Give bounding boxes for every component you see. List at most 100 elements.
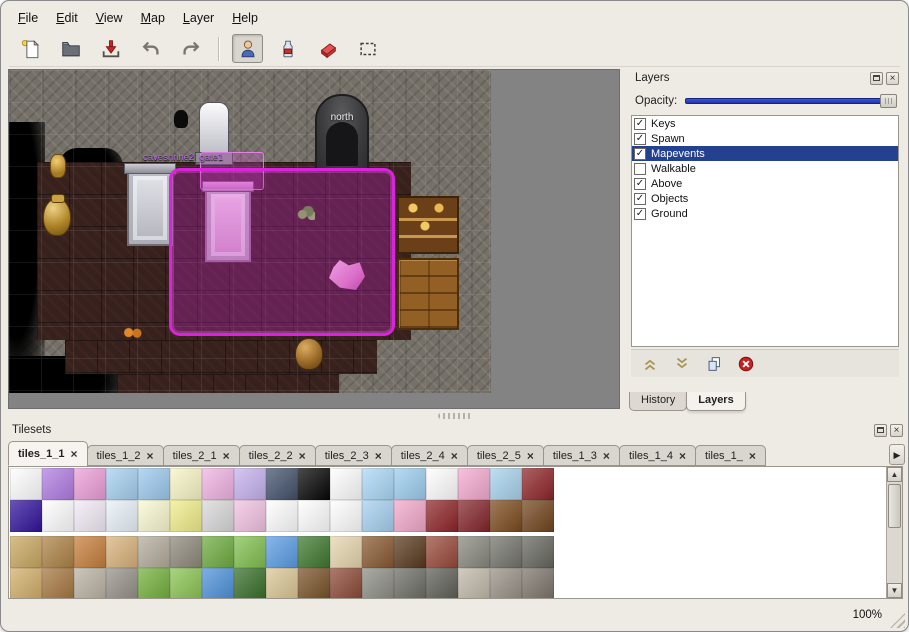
open-file-button[interactable]: [55, 34, 86, 63]
tile-swatch[interactable]: [362, 568, 394, 599]
fill-tool-button[interactable]: [272, 34, 303, 63]
opacity-slider-handle[interactable]: [880, 94, 897, 108]
tile-swatch[interactable]: [74, 500, 106, 532]
tile-swatch[interactable]: [330, 468, 362, 500]
tab-close-icon[interactable]: ×: [375, 451, 382, 461]
opacity-slider[interactable]: [685, 93, 897, 109]
scrollbar-thumb[interactable]: [888, 484, 901, 528]
map-viewport[interactable]: north caveshrine2_gate1: [8, 69, 620, 409]
redo-button[interactable]: [175, 34, 206, 63]
tileset-tab-tiles_1_1[interactable]: tiles_1_1×: [8, 441, 88, 466]
select-tool-button[interactable]: [352, 34, 383, 63]
tile-swatch[interactable]: [298, 536, 330, 568]
tile-swatch[interactable]: [330, 568, 362, 599]
undo-button[interactable]: [135, 34, 166, 63]
tile-swatch[interactable]: [170, 468, 202, 500]
menu-file[interactable]: File: [9, 8, 47, 28]
tileset-tab-tiles_2_3[interactable]: tiles_2_3×: [315, 445, 392, 466]
horizontal-splitter[interactable]: [9, 411, 900, 420]
tile-swatch[interactable]: [394, 468, 426, 500]
tab-close-icon[interactable]: ×: [603, 451, 610, 461]
tile-swatch[interactable]: [10, 500, 42, 532]
tileset-tab-tiles_1_4[interactable]: tiles_1_4×: [619, 445, 696, 466]
tilesets-close-button[interactable]: ×: [890, 424, 903, 437]
vertical-splitter[interactable]: [620, 69, 627, 409]
tile-swatch[interactable]: [298, 500, 330, 532]
tile-swatch[interactable]: [202, 568, 234, 599]
eraser-tool-button[interactable]: [312, 34, 343, 63]
tile-swatch[interactable]: [298, 468, 330, 500]
tile-swatch[interactable]: [394, 568, 426, 599]
tileset-tabs-scroll-right[interactable]: ▶: [889, 444, 905, 465]
tile-swatch[interactable]: [74, 568, 106, 599]
tile-swatch[interactable]: [170, 536, 202, 568]
tile-swatch[interactable]: [298, 568, 330, 599]
tile-swatch[interactable]: [426, 536, 458, 568]
scroll-down-button[interactable]: ▼: [887, 583, 902, 598]
tab-close-icon[interactable]: ×: [679, 451, 686, 461]
tileset-tab-tiles_2_5[interactable]: tiles_2_5×: [467, 445, 544, 466]
tile-swatch[interactable]: [202, 536, 234, 568]
tile-swatch[interactable]: [458, 468, 490, 500]
tile-swatch[interactable]: [522, 568, 554, 599]
tileset-tab-tiles_2_4[interactable]: tiles_2_4×: [391, 445, 468, 466]
tile-swatch[interactable]: [266, 536, 298, 568]
character-tool-button[interactable]: [232, 34, 263, 63]
tileset-tab-tiles_1_2[interactable]: tiles_1_2×: [87, 445, 164, 466]
tile-swatch[interactable]: [234, 500, 266, 532]
layer-checkbox[interactable]: [634, 163, 646, 175]
tile-swatch[interactable]: [362, 536, 394, 568]
new-file-button[interactable]: [15, 34, 46, 63]
tile-swatch[interactable]: [362, 500, 394, 532]
layer-row-spawn[interactable]: ✓Spawn: [632, 131, 898, 146]
tile-swatch[interactable]: [10, 536, 42, 568]
tile-swatch[interactable]: [266, 468, 298, 500]
layer-checkbox[interactable]: ✓: [634, 178, 646, 190]
tile-swatch[interactable]: [458, 568, 490, 599]
tileset-tab-tiles_2_2[interactable]: tiles_2_2×: [239, 445, 316, 466]
layer-checkbox[interactable]: ✓: [634, 208, 646, 220]
tile-swatch[interactable]: [138, 536, 170, 568]
tile-swatch[interactable]: [490, 568, 522, 599]
tile-swatch[interactable]: [522, 468, 554, 500]
tile-swatch[interactable]: [106, 536, 138, 568]
tile-swatch[interactable]: [458, 500, 490, 532]
tile-swatch[interactable]: [522, 536, 554, 568]
tile-swatch[interactable]: [394, 500, 426, 532]
layers-close-button[interactable]: ×: [886, 72, 899, 85]
tile-swatch[interactable]: [10, 568, 42, 599]
tile-swatch[interactable]: [234, 536, 266, 568]
menu-map[interactable]: Map: [132, 8, 174, 28]
selection-rectangle[interactable]: [169, 168, 395, 336]
tile-swatch[interactable]: [330, 536, 362, 568]
tile-swatch[interactable]: [202, 468, 234, 500]
tile-swatch[interactable]: [170, 568, 202, 599]
tile-swatch[interactable]: [74, 468, 106, 500]
tilesets-float-button[interactable]: [874, 424, 887, 437]
tab-history[interactable]: History: [629, 392, 687, 411]
layer-row-walkable[interactable]: Walkable: [632, 161, 898, 176]
tab-close-icon[interactable]: ×: [147, 451, 154, 461]
tile-swatch[interactable]: [74, 536, 106, 568]
layer-checkbox[interactable]: ✓: [634, 133, 646, 145]
tile-swatch[interactable]: [426, 500, 458, 532]
menu-help[interactable]: Help: [223, 8, 267, 28]
scroll-up-button[interactable]: ▲: [887, 467, 902, 482]
layer-row-ground[interactable]: ✓Ground: [632, 206, 898, 221]
tile-swatch[interactable]: [234, 568, 266, 599]
save-button[interactable]: [95, 34, 126, 63]
menu-layer[interactable]: Layer: [174, 8, 223, 28]
tile-swatch[interactable]: [42, 500, 74, 532]
resize-grip[interactable]: [890, 613, 905, 628]
layer-row-mapevents[interactable]: ✓Mapevents: [632, 146, 898, 161]
layers-float-button[interactable]: [870, 72, 883, 85]
tab-close-icon[interactable]: ×: [223, 451, 230, 461]
tab-close-icon[interactable]: ×: [749, 451, 756, 461]
layer-move-down-button[interactable]: [671, 354, 693, 374]
layer-row-keys[interactable]: ✓Keys: [632, 116, 898, 131]
tab-layers[interactable]: Layers: [686, 392, 745, 411]
layer-move-up-button[interactable]: [639, 354, 661, 374]
menu-view[interactable]: View: [87, 8, 132, 28]
tab-close-icon[interactable]: ×: [451, 451, 458, 461]
tileset-scrollbar[interactable]: ▲ ▼: [886, 467, 902, 598]
